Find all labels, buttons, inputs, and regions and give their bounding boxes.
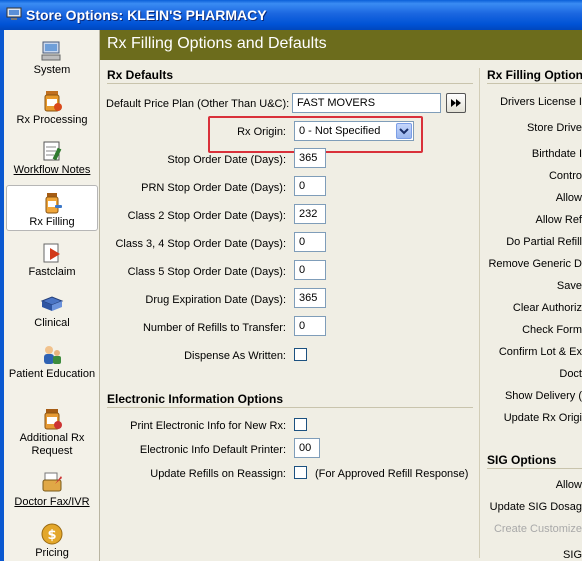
- option-label: Save: [556, 280, 582, 292]
- rx-origin-select[interactable]: 0 - Not Specified: [294, 121, 414, 141]
- class34-stop-label: Class 3, 4 Stop Order Date (Days):: [115, 238, 286, 250]
- dollar-icon: $: [41, 523, 63, 545]
- option-label: Update Rx Origi: [503, 412, 582, 424]
- sidebar-item-rx-processing[interactable]: Rx Processing: [6, 84, 98, 130]
- class5-stop-label: Class 5 Stop Order Date (Days):: [127, 266, 286, 278]
- svg-text:$: $: [47, 528, 56, 543]
- option-label: Store Drive: [526, 122, 582, 134]
- section-divider: [107, 407, 473, 408]
- chevron-down-icon[interactable]: [396, 123, 412, 139]
- class2-stop-label: Class 2 Stop Order Date (Days):: [127, 210, 286, 222]
- sig-options-title: SIG Options: [487, 453, 557, 467]
- sidebar-item-fastclaim[interactable]: Fastclaim: [6, 236, 98, 282]
- sidebar-item-label: Doctor Fax/IVR: [14, 496, 90, 508]
- update-refills-checkbox[interactable]: [294, 466, 307, 479]
- sidebar-item-pricing[interactable]: $ Pricing: [6, 517, 98, 561]
- sig-option-label: SIG: [563, 549, 582, 561]
- window-title: Store Options: KLEIN'S PHARMACY: [26, 7, 267, 23]
- sidebar: System Rx Processing Workflow Notes Rx F…: [4, 30, 100, 561]
- option-label: Drivers License I: [500, 96, 582, 108]
- update-refills-label: Update Refills on Reassign:: [150, 468, 286, 480]
- page-title: Rx Filling Options and Defaults: [107, 35, 327, 52]
- drug-expiration-field[interactable]: 365: [294, 288, 326, 308]
- sidebar-item-label: Patient Education: [8, 368, 96, 380]
- sidebar-item-label: Clinical: [34, 317, 70, 329]
- sidebar-item-additional-rx-request[interactable]: Additional Rx Request: [6, 402, 98, 460]
- sidebar-item-label: Additional Rx Request: [19, 432, 85, 457]
- option-label: Doct: [559, 368, 582, 380]
- notepad-icon: [43, 141, 62, 161]
- class34-stop-field[interactable]: 0: [294, 232, 326, 252]
- column-divider: [479, 68, 480, 558]
- computer-icon: [41, 41, 61, 61]
- sidebar-item-rx-filling[interactable]: Rx Filling: [6, 185, 98, 231]
- sidebar-item-label: System: [33, 64, 71, 76]
- fast-forward-icon: [451, 99, 461, 107]
- sidebar-item-workflow-notes[interactable]: Workflow Notes: [6, 134, 98, 180]
- sidebar-item-doctor-fax-ivr[interactable]: Doctor Fax/IVR: [6, 466, 98, 512]
- drug-expiration-label: Drug Expiration Date (Days):: [145, 294, 286, 306]
- option-label: Birthdate I: [531, 148, 582, 160]
- fax-icon: [42, 472, 62, 492]
- app-icon: [6, 7, 22, 20]
- refills-transfer-field[interactable]: 0: [294, 316, 326, 336]
- sig-option-label: Create Customize: [493, 523, 582, 535]
- sig-option-label: Update SIG Dosag: [489, 501, 582, 513]
- page-header: Rx Filling Options and Defaults: [100, 30, 582, 60]
- stop-order-field[interactable]: 365: [294, 148, 326, 168]
- prescription-icon: [44, 409, 62, 430]
- class2-stop-field[interactable]: 232: [294, 204, 326, 224]
- pill-bottle-icon: [45, 193, 62, 214]
- rx-bottle-icon: [44, 91, 62, 112]
- title-bar: Store Options: KLEIN'S PHARMACY: [0, 0, 582, 30]
- rx-filling-options-title: Rx Filling Options: [487, 68, 582, 82]
- sidebar-item-label: Workflow Notes: [13, 164, 91, 176]
- sidebar-item-clinical[interactable]: Clinical: [6, 287, 98, 333]
- section-divider: [487, 83, 582, 84]
- update-refills-note: (For Approved Refill Response): [315, 468, 469, 480]
- section-divider: [487, 468, 582, 469]
- sidebar-item-label: Rx Processing: [16, 114, 88, 126]
- print-electronic-label: Print Electronic Info for New Rx:: [130, 420, 286, 432]
- sig-option-label: Allow: [555, 479, 582, 491]
- option-label: Confirm Lot & Ex: [498, 346, 582, 358]
- price-plan-lookup-button[interactable]: [446, 93, 466, 113]
- sidebar-item-label: Fastclaim: [28, 266, 76, 278]
- sidebar-item-label: Rx Filling: [29, 216, 75, 228]
- section-divider: [107, 83, 473, 84]
- rx-defaults-title: Rx Defaults: [107, 68, 174, 82]
- print-electronic-checkbox[interactable]: [294, 418, 307, 431]
- rx-origin-value: 0 - Not Specified: [299, 125, 381, 137]
- option-label: Contro: [548, 170, 582, 182]
- price-plan-field[interactable]: FAST MOVERS: [292, 93, 441, 113]
- option-label: Allow: [555, 192, 582, 204]
- refills-transfer-label: Number of Refills to Transfer:: [142, 322, 286, 334]
- sidebar-item-label: Pricing: [35, 547, 69, 559]
- option-label: Show Delivery (: [504, 390, 582, 402]
- claim-icon: [43, 243, 60, 263]
- option-label: Allow Ref: [535, 214, 582, 226]
- main-panel: Rx Filling Options and Defaults Rx Defau…: [100, 30, 582, 561]
- daw-label: Dispense As Written:: [184, 350, 286, 362]
- prn-stop-field[interactable]: 0: [294, 176, 326, 196]
- rx-origin-label: Rx Origin:: [237, 126, 286, 138]
- price-plan-label: Default Price Plan (Other Than U&C):: [106, 98, 290, 110]
- prn-stop-label: PRN Stop Order Date (Days):: [141, 182, 286, 194]
- book-icon: [40, 296, 64, 311]
- option-label: Do Partial Refill: [506, 236, 582, 248]
- electronic-printer-label: Electronic Info Default Printer:: [139, 444, 286, 456]
- option-label: Remove Generic D: [488, 258, 582, 270]
- people-icon: [44, 346, 61, 364]
- sidebar-item-patient-education[interactable]: Patient Education: [6, 338, 98, 396]
- option-label: Clear Authoriz: [512, 302, 582, 314]
- option-label: Check Form: [522, 324, 582, 336]
- electronic-printer-field[interactable]: 00: [294, 438, 320, 458]
- class5-stop-field[interactable]: 0: [294, 260, 326, 280]
- sidebar-item-system[interactable]: System: [6, 34, 98, 80]
- stop-order-label: Stop Order Date (Days):: [167, 154, 286, 166]
- daw-checkbox[interactable]: [294, 348, 307, 361]
- electronic-info-title: Electronic Information Options: [107, 392, 284, 406]
